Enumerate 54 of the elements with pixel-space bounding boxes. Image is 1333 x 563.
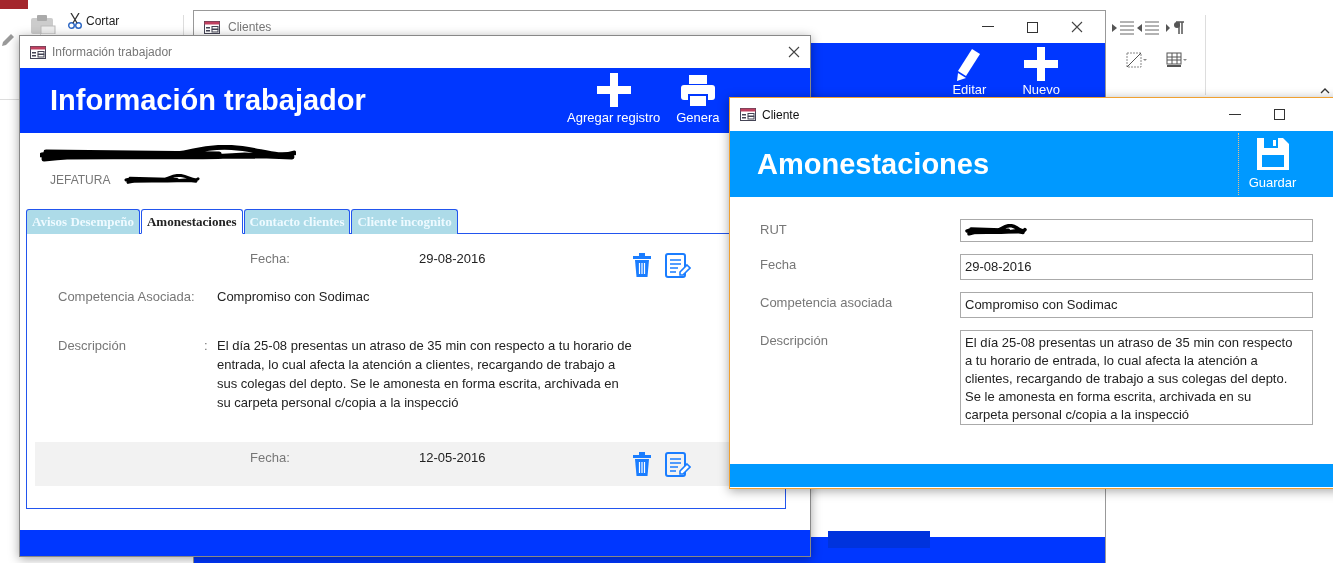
- cut-button[interactable]: Cortar: [68, 13, 120, 29]
- gridlines-icon[interactable]: [1126, 52, 1148, 68]
- scissors-icon: [68, 13, 82, 29]
- input-field[interactable]: 29-08-2016: [960, 254, 1313, 280]
- maximize-icon[interactable]: [1274, 109, 1285, 120]
- field-label: Competencia asociada: [760, 294, 894, 312]
- role-label: JEFATURA: [50, 173, 111, 187]
- input-field[interactable]: Compromiso con Sodimac: [960, 292, 1313, 318]
- field-label: Descripción: [760, 332, 829, 350]
- close-icon[interactable]: [1071, 21, 1083, 33]
- field-value: El día 25-08 presentas un atraso de 35 min con respecto a tu horario de entrada, lo cual afecta la atención a clientes, recargando de trabajo a sus colegas del depto. Se le amonesta en forma escrita, archivada en su carpeta personal c/copia a la inspecció: [217, 337, 633, 412]
- field-label: RUT: [760, 221, 788, 239]
- toolbar-button[interactable]: Agregar registro: [567, 73, 661, 125]
- plus-icon: [1024, 47, 1059, 81]
- form-icon: [30, 45, 46, 59]
- field-value: 29-08-2016: [419, 251, 487, 266]
- separator-colon: :: [204, 337, 209, 355]
- form-icon: [740, 108, 756, 121]
- app-logo-block: [0, 0, 28, 9]
- field-label: Fecha: [760, 256, 798, 274]
- window-title: Cliente: [762, 107, 801, 122]
- minimize-icon[interactable]: [1229, 113, 1241, 116]
- tab[interactable]: Amonestaciones: [140, 209, 243, 234]
- toolbar-button[interactable]: Nuevo: [1022, 47, 1060, 97]
- field-label: Fecha:: [250, 450, 291, 465]
- maximize-icon[interactable]: [1027, 21, 1038, 33]
- window-title: Información trabajador: [52, 45, 174, 59]
- description-field[interactable]: El día 25-08 presentas un atraso de 35 min con respecto a tu horario de entrada, lo cual afecta la atención a clientes, recargando de trabajo a sus colegas del depto. Se le amonesta en forma escrita, archivada en su carpeta personal c/copia a la inspecció: [960, 330, 1313, 425]
- form-heading: Información trabajador: [50, 84, 367, 117]
- close-icon[interactable]: [788, 46, 800, 58]
- indent-icon[interactable]: [1112, 20, 1134, 36]
- printer-icon: [680, 75, 715, 107]
- field-label: Competencia Asociada:: [58, 288, 196, 306]
- edit-document-icon[interactable]: [665, 452, 691, 478]
- plus-icon: [596, 73, 631, 107]
- table-icon[interactable]: [1166, 52, 1188, 68]
- caret-icon[interactable]: [1320, 88, 1330, 94]
- input-field[interactable]: [960, 219, 1313, 242]
- field-label: Descripción: [58, 337, 127, 355]
- trash-icon[interactable]: [633, 253, 651, 277]
- minimize-icon[interactable]: [982, 26, 994, 28]
- pencil-icon: [956, 47, 983, 81]
- form-heading: Amonestaciones: [757, 147, 991, 181]
- window-title: Clientes: [228, 20, 273, 34]
- pencil-icon[interactable]: [2, 34, 14, 46]
- edit-document-icon[interactable]: [665, 253, 691, 279]
- outdent-icon[interactable]: [1137, 20, 1159, 36]
- toolbar-button[interactable]: Editar: [952, 47, 987, 97]
- clipboard-icon[interactable]: [30, 14, 56, 34]
- field-label: Fecha:: [250, 251, 291, 266]
- field-value: 12-05-2016: [419, 450, 487, 465]
- toolbar-button[interactable]: Genera: [676, 75, 720, 125]
- field-value: Compromiso con Sodimac: [217, 288, 371, 306]
- trash-icon[interactable]: [633, 452, 651, 476]
